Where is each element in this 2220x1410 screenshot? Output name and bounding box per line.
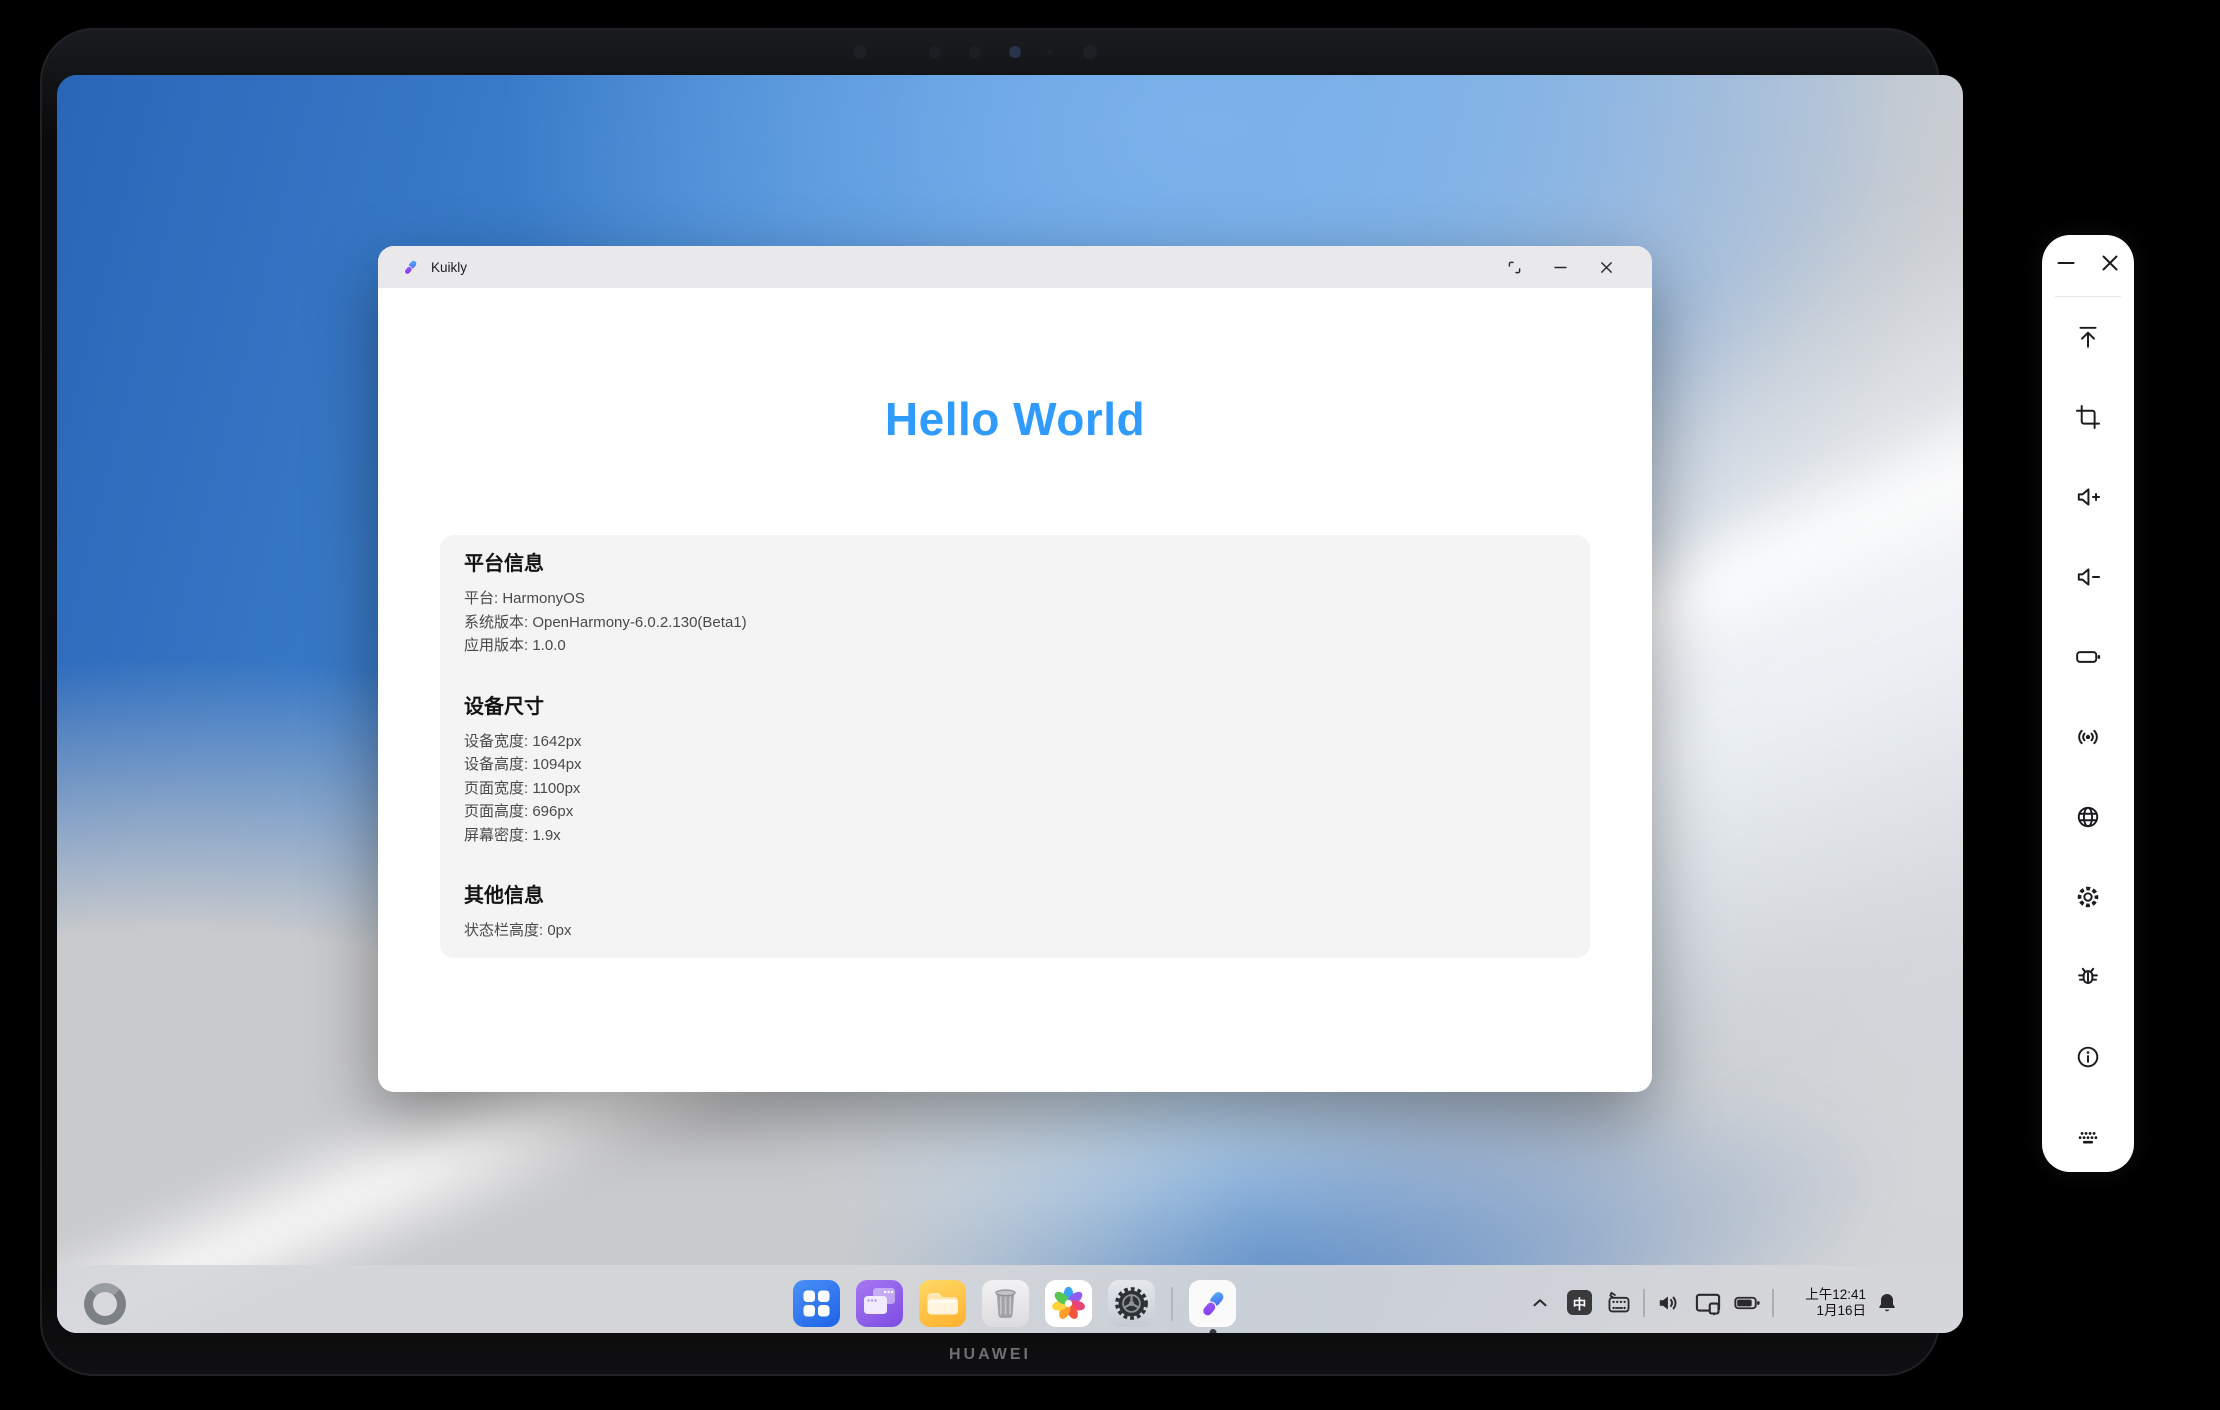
section-line: 应用版本: 1.0.0 bbox=[464, 634, 1566, 658]
section-line: 页面高度: 696px bbox=[464, 800, 1566, 824]
hello-world-title: Hello World bbox=[378, 392, 1652, 446]
info-icon[interactable] bbox=[2068, 1037, 2108, 1077]
battery-icon[interactable] bbox=[1732, 1289, 1762, 1317]
kuikly-logo-icon bbox=[402, 259, 419, 276]
camera-dot bbox=[1047, 49, 1053, 55]
section-line: 页面宽度: 1100px bbox=[464, 777, 1566, 801]
toolbar-minimize-icon[interactable] bbox=[2053, 249, 2079, 277]
gallery-icon[interactable] bbox=[1045, 1280, 1092, 1327]
minimize-icon[interactable] bbox=[1547, 254, 1573, 280]
ime-indicator[interactable]: 中 bbox=[1567, 1290, 1592, 1315]
toolbar-tools bbox=[2042, 317, 2134, 1157]
maximize-icon[interactable] bbox=[1501, 254, 1527, 280]
chevron-up-icon[interactable] bbox=[1527, 1292, 1553, 1314]
running-indicator-dot bbox=[1209, 1329, 1216, 1333]
info-section: 设备尺寸设备宽度: 1642px设备高度: 1094px页面宽度: 1100px… bbox=[464, 694, 1566, 848]
dock-divider bbox=[1171, 1287, 1173, 1321]
section-line: 屏幕密度: 1.9x bbox=[464, 824, 1566, 848]
camera-dot bbox=[1083, 45, 1097, 59]
toolbar-window-buttons bbox=[2042, 249, 2134, 277]
multitask-icon[interactable] bbox=[856, 1280, 903, 1327]
toolbar-divider bbox=[2055, 296, 2121, 297]
battery-icon[interactable] bbox=[2068, 637, 2108, 677]
location-beacon-icon[interactable] bbox=[2068, 717, 2108, 757]
trash-icon[interactable] bbox=[982, 1280, 1029, 1327]
tray-divider bbox=[1772, 1289, 1774, 1317]
kuikly-app-window: Kuikly Hello World 平台信息平台: HarmonyOS系统版本… bbox=[378, 246, 1652, 1092]
files-icon[interactable] bbox=[919, 1280, 966, 1327]
keyboard-icon[interactable] bbox=[2068, 1117, 2108, 1157]
home-ring-button[interactable] bbox=[84, 1283, 126, 1325]
camera-lens-dot bbox=[1009, 46, 1021, 58]
kuikly-icon[interactable] bbox=[1189, 1280, 1236, 1327]
globe-icon[interactable] bbox=[2068, 797, 2108, 837]
emulator-toolbar bbox=[2042, 235, 2134, 1172]
volume-up-icon[interactable] bbox=[2068, 477, 2108, 517]
tray-divider bbox=[1643, 1289, 1645, 1317]
info-sections: 平台信息平台: HarmonyOS系统版本: OpenHarmony-6.0.2… bbox=[464, 551, 1566, 943]
settings-icon[interactable] bbox=[1108, 1280, 1155, 1327]
window-controls bbox=[1501, 246, 1619, 288]
display-icon[interactable] bbox=[1693, 1289, 1723, 1317]
section-heading: 平台信息 bbox=[464, 551, 1566, 577]
window-titlebar[interactable]: Kuikly bbox=[378, 246, 1652, 288]
section-heading: 设备尺寸 bbox=[464, 694, 1566, 720]
settings-gear-icon[interactable] bbox=[2068, 877, 2108, 917]
info-section: 平台信息平台: HarmonyOS系统版本: OpenHarmony-6.0.2… bbox=[464, 551, 1566, 658]
section-line: 平台: HarmonyOS bbox=[464, 587, 1566, 611]
clock-time: 上午12:41 bbox=[1784, 1287, 1866, 1303]
camera-dot bbox=[929, 46, 941, 58]
arrow-up-icon[interactable] bbox=[2068, 317, 2108, 357]
huawei-logo: HUAWEI bbox=[40, 1346, 1940, 1364]
screenshot-crop-icon[interactable] bbox=[2068, 397, 2108, 437]
clock[interactable]: 上午12:41 1月16日 bbox=[1784, 1287, 1866, 1319]
volume-down-icon[interactable] bbox=[2068, 557, 2108, 597]
device-screen: Kuikly Hello World 平台信息平台: HarmonyOS系统版本… bbox=[57, 75, 1963, 1333]
toolbar-close-icon[interactable] bbox=[2097, 249, 2123, 277]
section-line: 系统版本: OpenHarmony-6.0.2.130(Beta1) bbox=[464, 611, 1566, 635]
camera-dot bbox=[969, 46, 981, 58]
clock-date: 1月16日 bbox=[1784, 1303, 1866, 1319]
emulator-stage: HUAWEI Kuikly bbox=[0, 0, 2220, 1410]
info-section: 其他信息状态栏高度: 0px bbox=[464, 883, 1566, 943]
section-line: 状态栏高度: 0px bbox=[464, 919, 1566, 943]
section-heading: 其他信息 bbox=[464, 883, 1566, 909]
dock bbox=[793, 1280, 1236, 1327]
debug-bug-icon[interactable] bbox=[2068, 957, 2108, 997]
speaker-icon[interactable] bbox=[1655, 1290, 1683, 1316]
close-icon[interactable] bbox=[1593, 254, 1619, 280]
window-title: Kuikly bbox=[431, 260, 467, 275]
camera-dot bbox=[853, 45, 867, 59]
section-line: 设备高度: 1094px bbox=[464, 753, 1566, 777]
section-line: 设备宽度: 1642px bbox=[464, 730, 1566, 754]
platform-info-panel: 平台信息平台: HarmonyOS系统版本: OpenHarmony-6.0.2… bbox=[440, 535, 1590, 958]
system-tray: 中 上午12:41 1月16日 bbox=[1527, 1279, 1900, 1326]
app-grid-icon[interactable] bbox=[793, 1280, 840, 1327]
keyboard-pen-icon[interactable] bbox=[1605, 1290, 1633, 1316]
bell-icon[interactable] bbox=[1874, 1291, 1900, 1315]
